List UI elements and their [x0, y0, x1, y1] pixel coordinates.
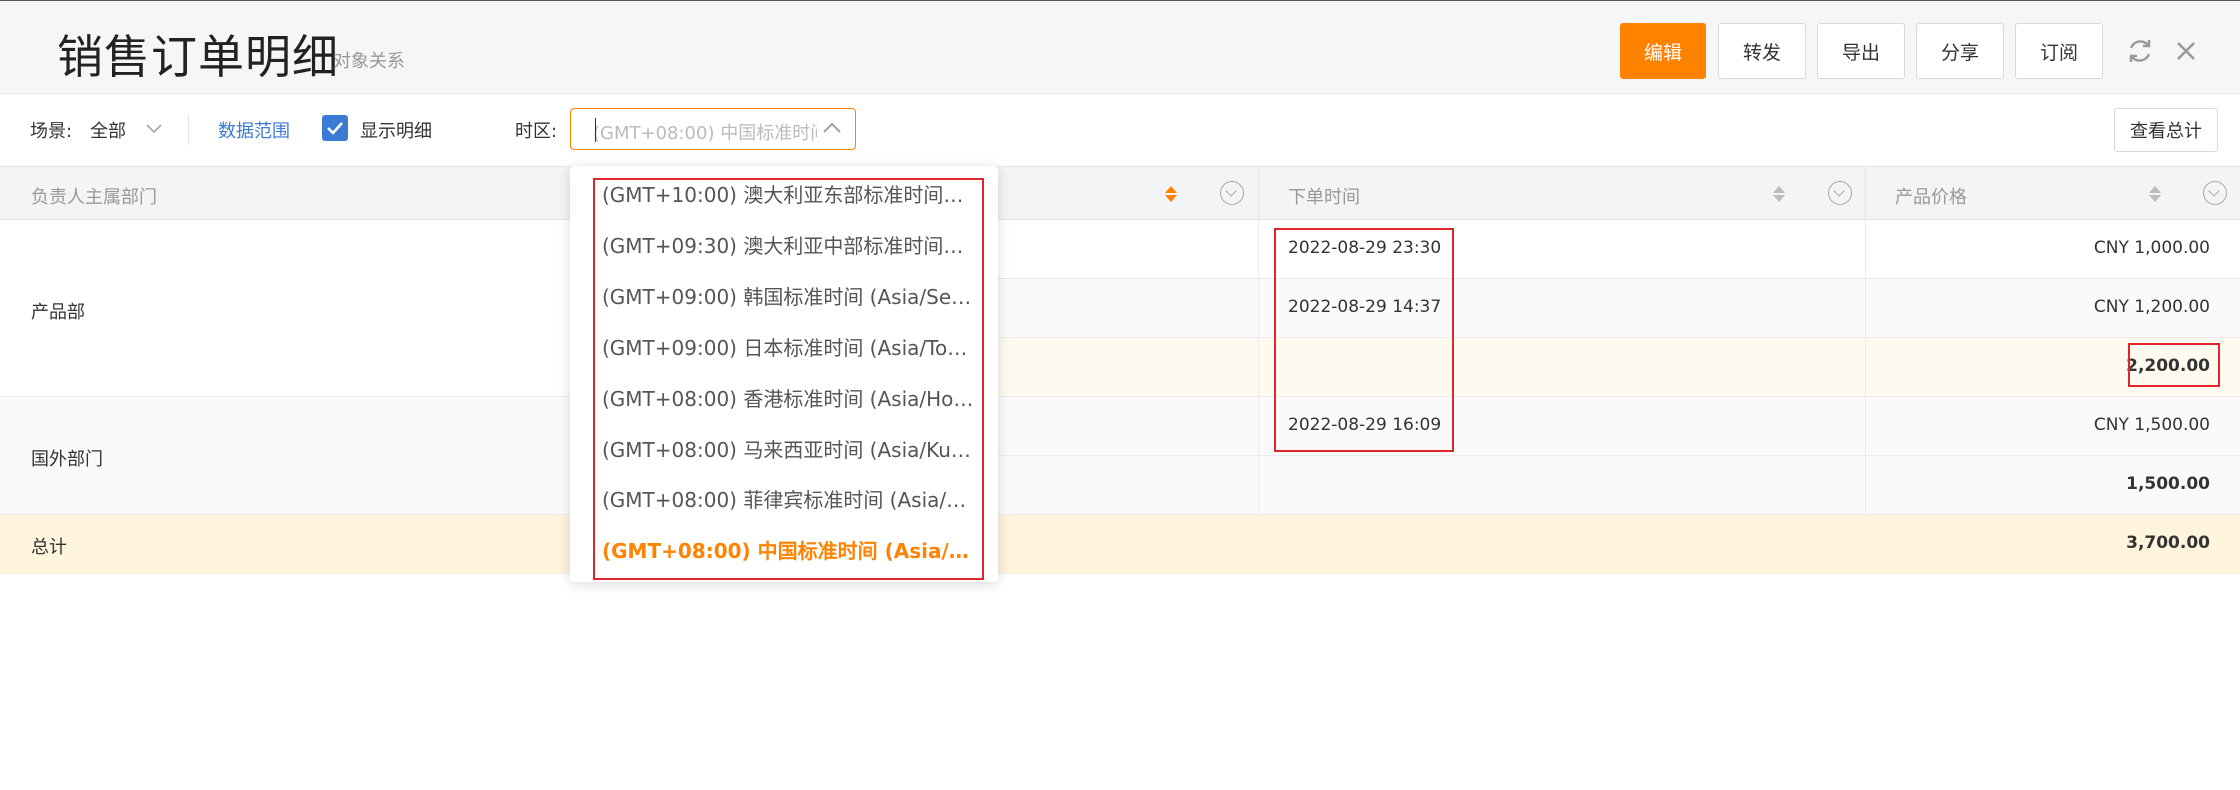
page-header: 销售订单明细 对象关系 编辑 转发 导出 分享 订阅 — [0, 0, 2240, 94]
sort-icon[interactable] — [1772, 184, 1786, 204]
dropdown-highlight — [593, 178, 984, 580]
column-divider — [1258, 220, 1259, 515]
column-divider — [1258, 167, 1259, 221]
page-title: 销售订单明细 — [57, 30, 339, 84]
close-icon[interactable] — [2170, 35, 2202, 67]
total-cell: 3,700.00 — [2126, 533, 2210, 553]
edit-button[interactable]: 编辑 — [1620, 23, 1706, 79]
department-name: 产品部 — [31, 302, 85, 323]
data-range-link[interactable]: 数据范围 — [218, 117, 290, 143]
total-row: 总计 3,700.00 — [0, 515, 2240, 574]
forward-button[interactable]: 转发 — [1718, 23, 1806, 79]
price-cell: CNY 1,500.00 — [2093, 415, 2210, 435]
timezone-dropdown: (GMT+10:00) 澳大利亚东部标准时间… (GMT+09:30) 澳大利亚… — [570, 166, 998, 582]
view-total-button[interactable]: 查看总计 — [2114, 108, 2218, 152]
table-header: 负责人主属部门 下单时间 产品价格 — [0, 166, 2240, 221]
column-header-order-time[interactable]: 下单时间 — [1288, 183, 1360, 209]
department-cell: 产品部 — [0, 220, 570, 397]
subtotal-cell: 1,500.00 — [2126, 474, 2210, 494]
timezone-select-value: (GMT+08:00) 中国标准时间 — [593, 123, 817, 144]
column-header-price[interactable]: 产品价格 — [1895, 183, 1967, 209]
filter-icon[interactable] — [1220, 181, 1244, 205]
department-name: 国外部门 — [31, 449, 103, 470]
chevron-up-icon — [823, 122, 841, 133]
price-cell: CNY 1,200.00 — [2093, 297, 2210, 317]
timezone-label: 时区: — [515, 121, 558, 142]
share-button[interactable]: 分享 — [1916, 23, 2004, 79]
show-detail-checkbox[interactable] — [322, 115, 348, 141]
price-cell: CNY 1,000.00 — [2093, 238, 2210, 258]
page-subtitle: 对象关系 — [333, 51, 405, 72]
order-time-highlight — [1274, 228, 1454, 452]
scene-select[interactable]: 全部 — [90, 117, 126, 143]
toolbar-divider — [188, 115, 189, 145]
column-divider — [1865, 220, 1866, 515]
export-button[interactable]: 导出 — [1817, 23, 1905, 79]
timezone-select[interactable]: (GMT+08:00) 中国标准时间 — [570, 108, 856, 150]
total-label: 总计 — [31, 537, 67, 558]
refresh-icon[interactable] — [2124, 35, 2156, 67]
department-cell: 国外部门 — [0, 397, 570, 515]
scene-label: 场景: — [30, 121, 73, 142]
check-icon — [327, 122, 343, 135]
column-header-department[interactable]: 负责人主属部门 — [31, 183, 157, 209]
subscribe-button[interactable]: 订阅 — [2015, 23, 2103, 79]
filter-icon[interactable] — [2203, 181, 2227, 205]
show-detail-label: 显示明细 — [360, 121, 432, 142]
chevron-down-icon[interactable] — [146, 123, 162, 135]
text-cursor — [595, 118, 596, 142]
sort-icon[interactable] — [2148, 184, 2162, 204]
sort-icon[interactable] — [1164, 184, 1178, 204]
filter-icon[interactable] — [1828, 181, 1852, 205]
subtotal-highlight — [2128, 343, 2220, 387]
filter-toolbar: 场景: 全部 数据范围 显示明细 时区: (GMT+08:00) 中国标准时间 … — [0, 95, 2240, 165]
column-divider — [1865, 167, 1866, 221]
